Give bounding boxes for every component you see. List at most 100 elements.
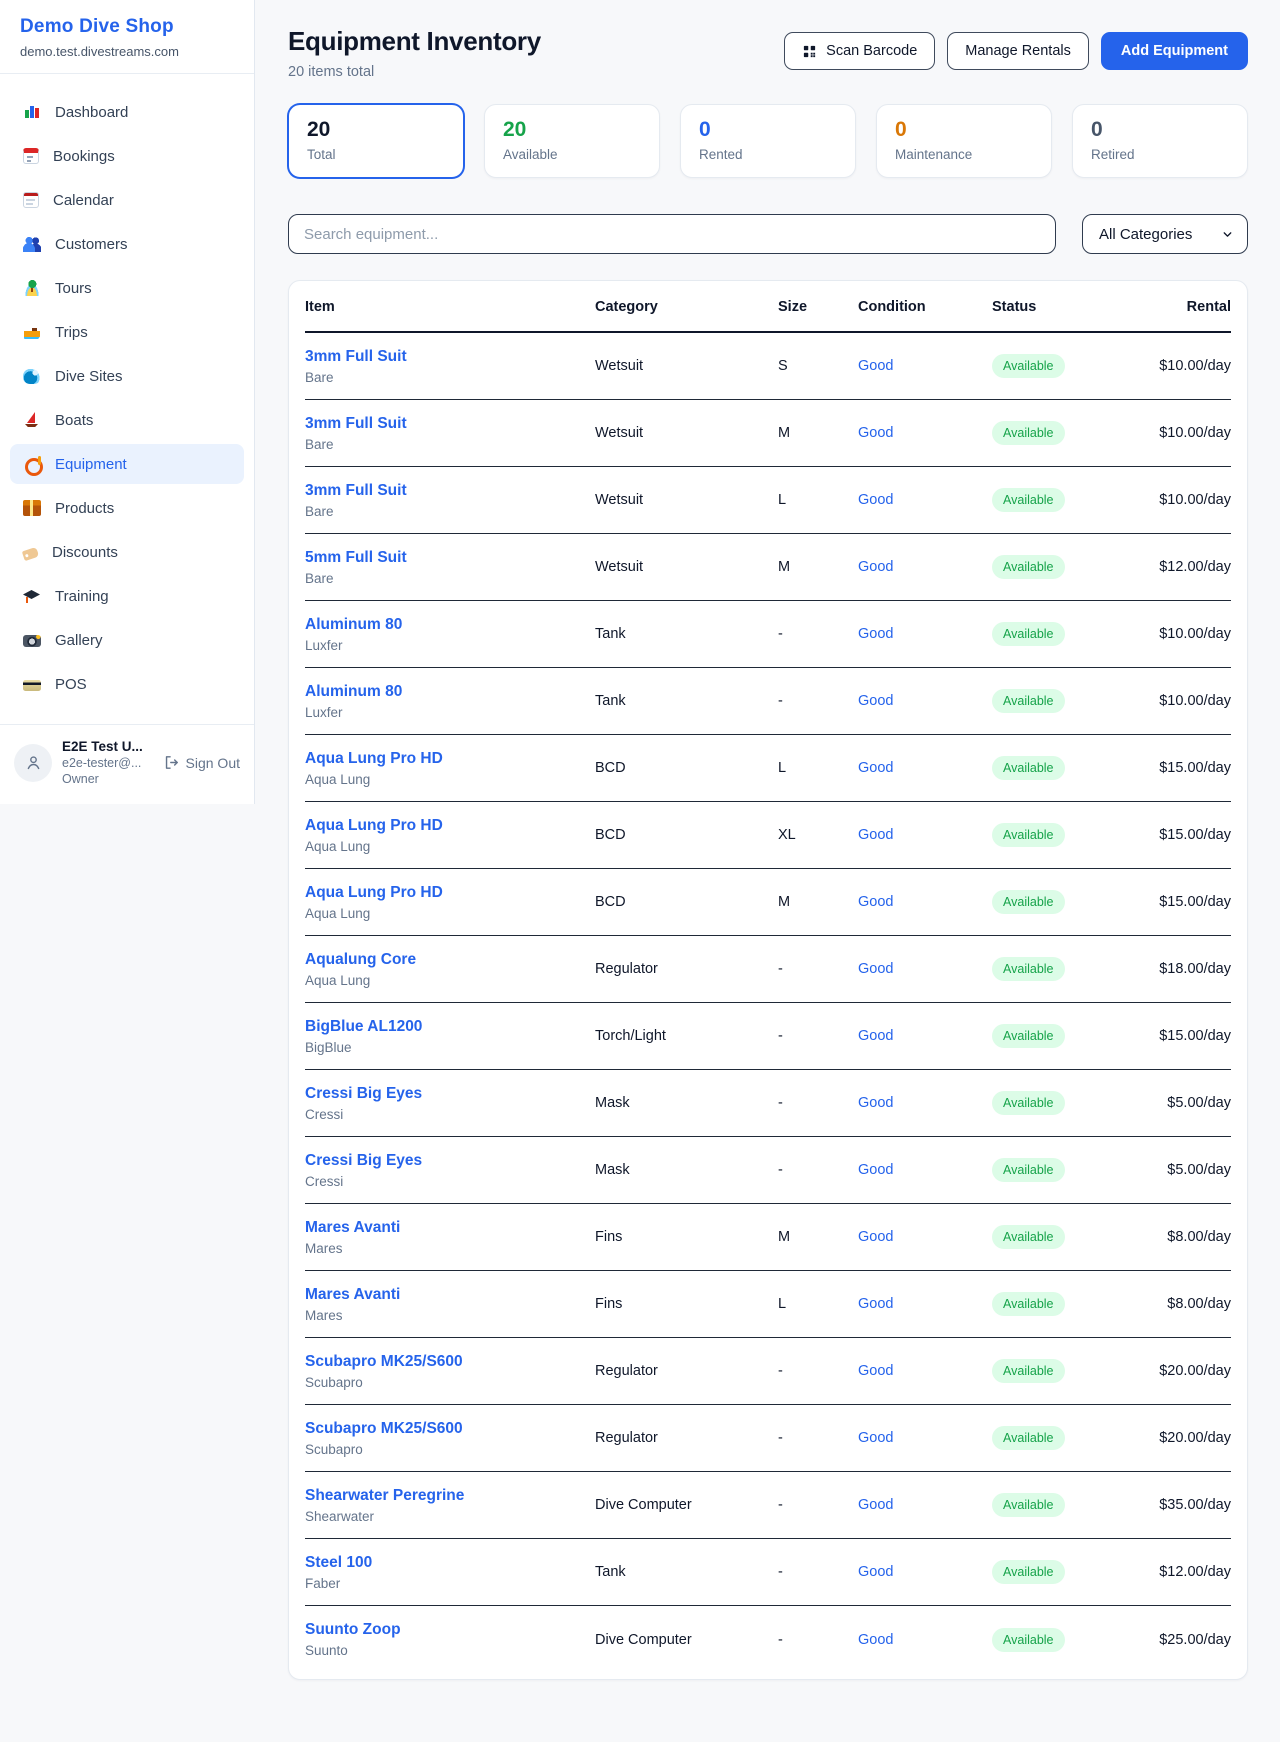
brand-domain: demo.test.divestreams.com bbox=[20, 44, 234, 59]
condition-link[interactable]: Good bbox=[858, 1296, 893, 1312]
item-name-link[interactable]: Cressi Big Eyes bbox=[305, 1085, 595, 1103]
sidebar-item[interactable]: Calendar bbox=[10, 180, 244, 220]
condition-link[interactable]: Good bbox=[858, 358, 893, 374]
item-name-link[interactable]: 5mm Full Suit bbox=[305, 549, 595, 567]
table-row: Cressi Big Eyes Cressi Mask - Good Avail… bbox=[305, 1137, 1231, 1204]
condition-link[interactable]: Good bbox=[858, 1028, 893, 1044]
item-brand: Faber bbox=[305, 1576, 595, 1591]
stat-card[interactable]: 0 Retired bbox=[1072, 104, 1248, 178]
stat-card[interactable]: 0 Rented bbox=[680, 104, 856, 178]
column-header-rental: Rental bbox=[1124, 299, 1231, 315]
condition-link[interactable]: Good bbox=[858, 1162, 893, 1178]
sidebar-item[interactable]: Training bbox=[10, 576, 244, 616]
stat-card[interactable]: 20 Total bbox=[288, 104, 464, 178]
condition-link[interactable]: Good bbox=[858, 559, 893, 575]
condition-link[interactable]: Good bbox=[858, 760, 893, 776]
stat-card[interactable]: 0 Maintenance bbox=[876, 104, 1052, 178]
item-brand: Aqua Lung bbox=[305, 973, 595, 988]
item-brand: Bare bbox=[305, 571, 595, 586]
rental-rate: $12.00/day bbox=[1124, 1564, 1231, 1580]
item-brand: Mares bbox=[305, 1308, 595, 1323]
sidebar-item[interactable]: Bookings bbox=[10, 136, 244, 176]
sidebar-item[interactable]: Trips bbox=[10, 312, 244, 352]
condition-link[interactable]: Good bbox=[858, 1363, 893, 1379]
stat-label: Retired bbox=[1091, 147, 1229, 162]
stat-label: Available bbox=[503, 147, 641, 162]
item-category: Wetsuit bbox=[595, 492, 778, 508]
condition-link[interactable]: Good bbox=[858, 827, 893, 843]
item-name-link[interactable]: Shearwater Peregrine bbox=[305, 1487, 595, 1505]
item-name-link[interactable]: Cressi Big Eyes bbox=[305, 1152, 595, 1170]
sidebar-item[interactable]: Discounts bbox=[10, 532, 244, 572]
status-badge: Available bbox=[992, 622, 1065, 646]
item-name-link[interactable]: Aqua Lung Pro HD bbox=[305, 884, 595, 902]
rental-rate: $12.00/day bbox=[1124, 559, 1231, 575]
search-input[interactable] bbox=[288, 214, 1056, 254]
category-filter-select[interactable]: All Categories bbox=[1082, 214, 1248, 254]
table-row: Steel 100 Faber Tank - Good Available $1… bbox=[305, 1539, 1231, 1606]
status-badge: Available bbox=[992, 756, 1065, 780]
condition-link[interactable]: Good bbox=[858, 626, 893, 642]
sidebar: Demo Dive Shop demo.test.divestreams.com… bbox=[0, 0, 255, 804]
sidebar-item[interactable]: Dashboard bbox=[10, 92, 244, 132]
condition-link[interactable]: Good bbox=[858, 961, 893, 977]
item-name-link[interactable]: BigBlue AL1200 bbox=[305, 1018, 595, 1036]
item-name-link[interactable]: Scubapro MK25/S600 bbox=[305, 1353, 595, 1371]
sidebar-item[interactable]: Equipment bbox=[10, 444, 244, 484]
manage-rentals-button[interactable]: Manage Rentals bbox=[947, 32, 1089, 70]
item-name-link[interactable]: Scubapro MK25/S600 bbox=[305, 1420, 595, 1438]
item-category: Tank bbox=[595, 693, 778, 709]
category-filter-value: All Categories bbox=[1099, 226, 1192, 243]
condition-link[interactable]: Good bbox=[858, 1564, 893, 1580]
item-name-link[interactable]: 3mm Full Suit bbox=[305, 348, 595, 366]
condition-link[interactable]: Good bbox=[858, 894, 893, 910]
sign-out-button[interactable]: Sign Out bbox=[163, 754, 240, 771]
status-badge: Available bbox=[992, 354, 1065, 378]
condition-link[interactable]: Good bbox=[858, 1229, 893, 1245]
scan-barcode-button[interactable]: Scan Barcode bbox=[784, 32, 935, 70]
item-size: M bbox=[778, 559, 858, 575]
sidebar-item[interactable]: Boats bbox=[10, 400, 244, 440]
condition-link[interactable]: Good bbox=[858, 425, 893, 441]
item-name-link[interactable]: Aluminum 80 bbox=[305, 616, 595, 634]
condition-link[interactable]: Good bbox=[858, 693, 893, 709]
dive-mask-icon bbox=[23, 456, 41, 472]
item-name-link[interactable]: Steel 100 bbox=[305, 1554, 595, 1572]
rental-rate: $10.00/day bbox=[1124, 492, 1231, 508]
sidebar-item[interactable]: Gallery bbox=[10, 620, 244, 660]
condition-link[interactable]: Good bbox=[858, 1095, 893, 1111]
status-badge: Available bbox=[992, 1560, 1065, 1584]
condition-link[interactable]: Good bbox=[858, 1430, 893, 1446]
condition-link[interactable]: Good bbox=[858, 492, 893, 508]
item-name-link[interactable]: 3mm Full Suit bbox=[305, 415, 595, 433]
status-badge: Available bbox=[992, 421, 1065, 445]
rental-rate: $20.00/day bbox=[1124, 1363, 1231, 1379]
stat-value: 20 bbox=[307, 118, 445, 142]
item-name-link[interactable]: Aluminum 80 bbox=[305, 683, 595, 701]
stat-card[interactable]: 20 Available bbox=[484, 104, 660, 178]
item-name-link[interactable]: 3mm Full Suit bbox=[305, 482, 595, 500]
sidebar-item[interactable]: Dive Sites bbox=[10, 356, 244, 396]
sidebar-item[interactable]: Tours bbox=[10, 268, 244, 308]
condition-link[interactable]: Good bbox=[858, 1632, 893, 1648]
item-name-link[interactable]: Mares Avanti bbox=[305, 1219, 595, 1237]
calendar-icon bbox=[23, 192, 39, 208]
sidebar-item[interactable]: Customers bbox=[10, 224, 244, 264]
item-name-link[interactable]: Mares Avanti bbox=[305, 1286, 595, 1304]
item-name-link[interactable]: Suunto Zoop bbox=[305, 1621, 595, 1639]
sidebar-item[interactable]: Products bbox=[10, 488, 244, 528]
grad-cap-icon bbox=[23, 588, 41, 604]
condition-link[interactable]: Good bbox=[858, 1497, 893, 1513]
status-badge: Available bbox=[992, 689, 1065, 713]
item-name-link[interactable]: Aqua Lung Pro HD bbox=[305, 817, 595, 835]
rental-rate: $15.00/day bbox=[1124, 1028, 1231, 1044]
sidebar-item-label: Boats bbox=[55, 412, 93, 429]
item-brand: Shearwater bbox=[305, 1509, 595, 1524]
status-badge: Available bbox=[992, 1225, 1065, 1249]
sidebar-item[interactable]: POS bbox=[10, 664, 244, 704]
item-name-link[interactable]: Aqua Lung Pro HD bbox=[305, 750, 595, 768]
rental-rate: $35.00/day bbox=[1124, 1497, 1231, 1513]
item-name-link[interactable]: Aqualung Core bbox=[305, 951, 595, 969]
add-equipment-button[interactable]: Add Equipment bbox=[1101, 32, 1248, 70]
item-category: Regulator bbox=[595, 1363, 778, 1379]
